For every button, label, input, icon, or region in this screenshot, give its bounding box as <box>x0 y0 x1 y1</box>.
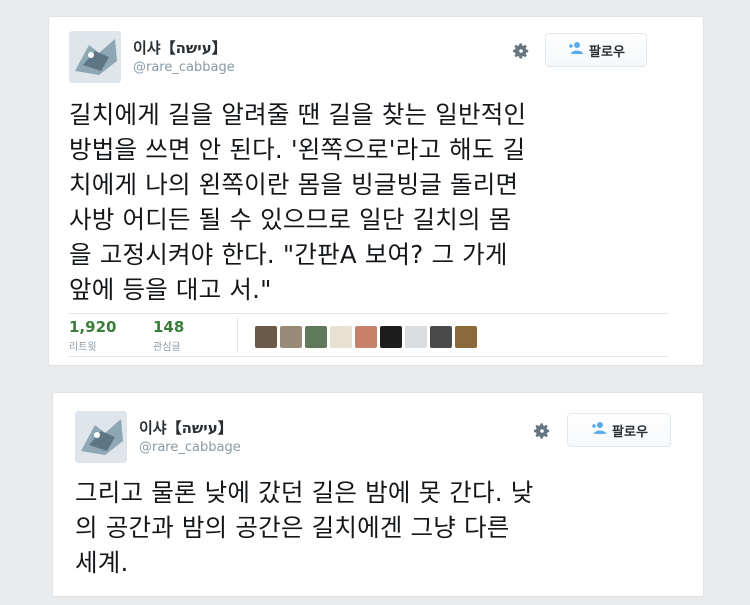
gear-icon[interactable] <box>530 419 554 443</box>
follow-person-icon <box>567 41 584 59</box>
display-name[interactable]: 이샤【עישה】 <box>133 37 227 58</box>
engager-avatar[interactable] <box>255 326 277 348</box>
like-stat[interactable]: 148 관심글 <box>153 318 184 353</box>
engager-avatars <box>255 326 477 348</box>
follow-button-label: 팔로우 <box>589 44 625 60</box>
user-handle[interactable]: @rare_cabbage <box>139 440 241 455</box>
gear-icon[interactable] <box>509 39 533 63</box>
engager-avatar[interactable] <box>305 326 327 348</box>
engager-avatar[interactable] <box>330 326 352 348</box>
follow-button[interactable]: 팔로우 <box>545 33 647 67</box>
follow-person-icon <box>590 421 607 439</box>
retweet-count: 1,920 <box>69 318 117 336</box>
engager-avatar[interactable] <box>405 326 427 348</box>
like-count: 148 <box>153 318 185 336</box>
retweet-stat[interactable]: 1,920 리트윗 <box>69 318 116 353</box>
engager-avatar[interactable] <box>430 326 452 348</box>
tweet-card: 이샤【עישה】 @rare_cabbage 팔로우 그리고 물론 낮에 갔던 … <box>52 392 704 597</box>
tweet-card: 이샤【עישה】 @rare_cabbage 팔로우 길치에게 길을 알려줄 땐… <box>48 16 704 366</box>
avatar[interactable] <box>75 411 127 463</box>
engager-avatar[interactable] <box>380 326 402 348</box>
like-label: 관심글 <box>153 342 181 353</box>
engager-avatar[interactable] <box>455 326 477 348</box>
user-handle[interactable]: @rare_cabbage <box>133 60 235 75</box>
display-name[interactable]: 이샤【עישה】 <box>139 417 233 438</box>
engager-avatar[interactable] <box>280 326 302 348</box>
retweet-label: 리트윗 <box>69 342 97 353</box>
divider <box>237 318 238 352</box>
engager-avatar[interactable] <box>355 326 377 348</box>
tweet-text: 길치에게 길을 알려줄 땐 길을 찾는 일반적인 방법을 쓰면 안 된다. '왼… <box>69 100 527 304</box>
follow-button[interactable]: 팔로우 <box>567 413 671 447</box>
avatar[interactable] <box>69 31 121 83</box>
tweet-text: 그리고 물론 낮에 갔던 길은 밤에 못 간다. 낮 의 공간과 밤의 공간은 … <box>75 478 534 577</box>
follow-button-label: 팔로우 <box>612 424 648 440</box>
tweet-stats: 1,920 리트윗 148 관심글 <box>69 313 669 357</box>
